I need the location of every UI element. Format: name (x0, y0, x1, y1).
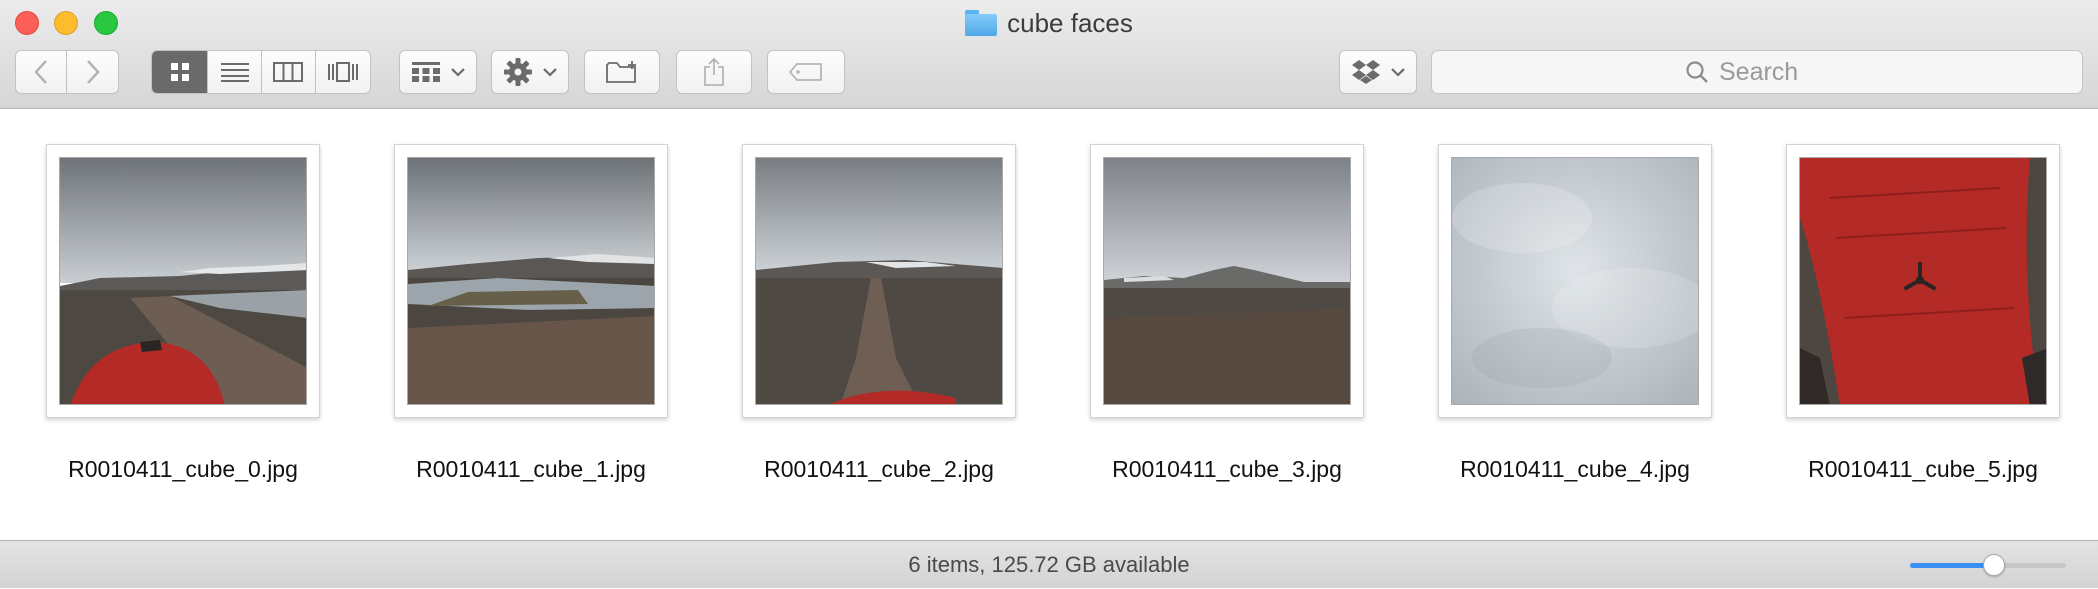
file-name: R0010411_cube_1.jpg (416, 456, 646, 482)
tag-icon (788, 63, 822, 81)
image-thumbnail (1799, 157, 2047, 405)
chevron-down-icon (451, 68, 465, 77)
search-field[interactable] (1431, 50, 2083, 94)
back-button[interactable] (16, 51, 68, 93)
folder-icon (965, 10, 998, 36)
file-name: R0010411_cube_0.jpg (68, 456, 298, 482)
image-thumbnail (59, 157, 307, 405)
image-thumbnail (1451, 157, 1699, 405)
dropbox-button[interactable] (1339, 50, 1417, 94)
new-folder-icon (606, 61, 636, 83)
file-item[interactable]: R0010411_cube_1.jpg (394, 144, 672, 524)
dropbox-icon (1352, 60, 1380, 84)
chevron-left-icon (34, 60, 47, 84)
list-view-button[interactable] (208, 51, 262, 93)
icon-view-icon (170, 63, 189, 81)
image-thumbnail (407, 157, 655, 405)
icon-size-slider[interactable] (1910, 554, 2066, 576)
view-mode-control (151, 50, 371, 94)
file-item[interactable]: R0010411_cube_3.jpg (1090, 144, 1368, 524)
file-item[interactable]: R0010411_cube_5.jpg (1786, 144, 2064, 524)
forward-button[interactable] (67, 51, 118, 93)
image-thumbnail (1103, 157, 1351, 405)
thumbnail-frame (394, 144, 668, 418)
file-name: R0010411_cube_4.jpg (1460, 456, 1690, 482)
status-bar: 6 items, 125.72 GB available (0, 540, 2098, 588)
thumbnail-frame (1786, 144, 2060, 418)
file-name: R0010411_cube_5.jpg (1808, 456, 2038, 482)
search-input[interactable] (1719, 57, 1829, 87)
column-view-icon (273, 62, 304, 82)
chevron-down-icon (543, 68, 557, 77)
window-title: cube faces (1007, 7, 1133, 38)
window-title-bar: cube faces (0, 7, 2098, 39)
image-thumbnail (755, 157, 1003, 405)
navigation-buttons (15, 50, 119, 94)
thumbnail-frame (46, 144, 320, 418)
slider-fill (1910, 563, 1994, 568)
tags-button[interactable] (767, 50, 845, 94)
icon-view-button[interactable] (152, 51, 209, 93)
window-toolbar: cube faces (0, 0, 2098, 109)
file-item[interactable]: R0010411_cube_2.jpg (742, 144, 1020, 524)
thumbnail-frame (1090, 144, 1364, 418)
search-inner (1432, 51, 2082, 93)
share-button[interactable] (676, 50, 752, 94)
coverflow-view-icon (327, 62, 358, 82)
group-by-button[interactable] (399, 50, 477, 94)
search-icon (1686, 61, 1708, 83)
action-menu-button[interactable] (491, 50, 569, 94)
thumbnail-frame (1438, 144, 1712, 418)
gear-icon (504, 58, 532, 86)
file-item[interactable]: R0010411_cube_4.jpg (1438, 144, 1716, 524)
coverflow-view-button[interactable] (316, 51, 370, 93)
column-view-button[interactable] (262, 51, 316, 93)
file-item[interactable]: R0010411_cube_0.jpg (46, 144, 324, 524)
share-icon (704, 57, 724, 86)
chevron-down-icon (1391, 68, 1405, 77)
file-name: R0010411_cube_2.jpg (764, 456, 994, 482)
new-folder-button[interactable] (584, 50, 660, 94)
group-grid-icon (412, 62, 440, 82)
file-name: R0010411_cube_3.jpg (1112, 456, 1342, 482)
file-icon-grid: R0010411_cube_0.jpg R0010411_cube_1.jpg (0, 110, 2098, 540)
thumbnail-frame (742, 144, 1016, 418)
list-view-icon (220, 63, 249, 82)
slider-knob[interactable] (1983, 554, 2005, 576)
chevron-right-icon (86, 60, 100, 84)
status-text: 6 items, 125.72 GB available (908, 552, 1190, 577)
